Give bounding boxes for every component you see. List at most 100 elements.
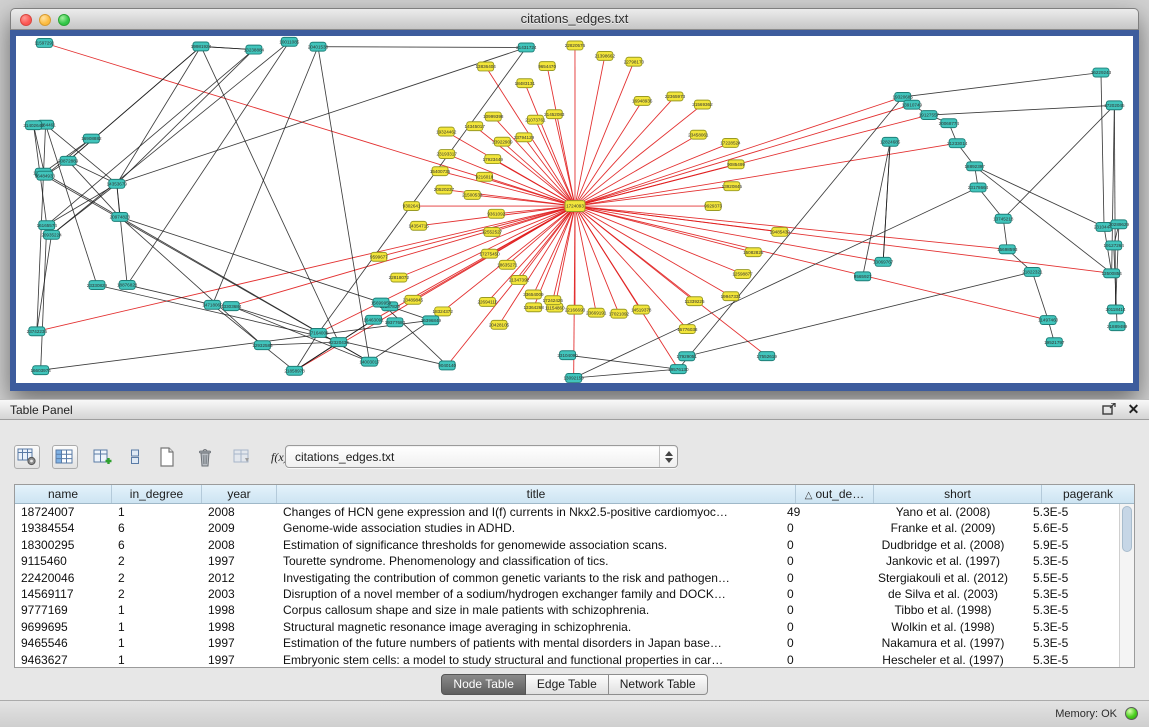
graph-node[interactable]: 15698593 [997, 245, 1018, 254]
column-header-name[interactable]: name [15, 485, 112, 503]
graph-node[interactable]: 13364268 [524, 303, 545, 312]
graph-node[interactable]: 21858978 [284, 366, 305, 375]
graph-node[interactable]: 9599677 [370, 252, 388, 261]
graph-node[interactable]: 22694110 [477, 298, 497, 307]
table-row[interactable]: 911546021997Tourette syndrome. Phenomeno… [15, 553, 1119, 569]
graph-node[interactable]: 9040140 [438, 361, 456, 370]
graph-node[interactable]: 23178664 [968, 183, 989, 192]
table-row[interactable]: 946554611997Estimation of the future num… [15, 635, 1119, 651]
graph-node[interactable]: 23922909 [492, 137, 513, 146]
graph-node[interactable]: 23489845 [403, 295, 424, 304]
column-header-short[interactable]: short [874, 485, 1042, 503]
graph-node[interactable]: 20289629 [1109, 220, 1130, 229]
scrollbar-thumb[interactable] [1122, 506, 1132, 552]
import-table-icon[interactable] [230, 445, 256, 469]
graph-node[interactable]: 12598877 [732, 270, 753, 279]
graph-node[interactable]: 21347392 [509, 276, 530, 285]
graph-node[interactable]: 17275450 [479, 249, 500, 258]
graph-node[interactable]: 17242426 [543, 296, 564, 305]
graph-node[interactable]: 9565927 [854, 272, 872, 281]
graph-node[interactable]: 23794129 [514, 133, 535, 142]
graph-node[interactable]: 13069767 [873, 257, 894, 266]
graph-node[interactable]: 14003017 [359, 357, 380, 366]
close-button[interactable] [20, 14, 32, 26]
graph-node[interactable]: 14345017 [465, 122, 486, 131]
graph-node[interactable]: 14519378 [631, 305, 652, 314]
graph-node[interactable]: 11597291 [34, 39, 54, 48]
graph-node[interactable]: 12552527 [482, 228, 503, 237]
graph-node[interactable]: 19377680 [385, 318, 406, 327]
table-row[interactable]: 1456911722003Disruption of a novel membe… [15, 586, 1119, 602]
graph-node[interactable]: 22818072 [389, 273, 410, 282]
column-header-year[interactable]: year [202, 485, 277, 503]
graph-node[interactable]: 18892397 [965, 162, 986, 171]
graph-node[interactable]: 23742236 [27, 327, 48, 336]
graph-node[interactable]: 20872889 [58, 156, 79, 165]
graph-node[interactable]: 19127264 [1104, 241, 1125, 250]
table-mode-icon[interactable] [14, 445, 40, 469]
tab-edge-table[interactable]: Edge Table [526, 674, 609, 695]
graph-node[interactable]: 19127557 [919, 111, 940, 120]
delete-table-icon[interactable] [192, 445, 218, 469]
graph-node[interactable]: 17228524 [720, 139, 741, 148]
graph-node[interactable]: 20068774 [939, 119, 960, 128]
graph-node[interactable]: 22798170 [624, 57, 645, 66]
graph-node[interactable]: 20401538 [308, 42, 329, 51]
graph-node[interactable]: 23654009 [523, 290, 544, 299]
graph-node[interactable]: 13303684 [221, 302, 242, 311]
new-table-icon[interactable] [154, 445, 180, 469]
graph-node[interactable]: 9654470 [538, 62, 556, 71]
column-header-in-degree[interactable]: in_degree [112, 485, 202, 503]
graph-node[interactable]: 14354715 [408, 221, 429, 230]
graph-node[interactable]: 19947331 [721, 292, 742, 301]
graph-node[interactable]: 16603974 [30, 366, 51, 375]
graph-node[interactable]: 11497460 [1038, 316, 1058, 325]
tab-node-table[interactable]: Node Table [441, 674, 526, 695]
graph-node[interactable]: 16776038 [677, 325, 698, 334]
rows-icon[interactable] [128, 445, 142, 469]
graph-node[interactable]: 20118414 [1106, 305, 1126, 314]
column-header-title[interactable]: title [277, 485, 796, 503]
graph-node[interactable]: 13500854 [1102, 269, 1123, 278]
column-header-pagerank[interactable]: pagerank [1042, 485, 1134, 503]
graph-node[interactable]: 13092159 [564, 374, 585, 383]
table-row[interactable]: 2242004622012Investigating the contribut… [15, 570, 1119, 586]
table-selector-dropdown[interactable]: citations_edges.txt [285, 445, 678, 468]
graph-node[interactable]: 19576130 [668, 365, 689, 374]
graph-node[interactable]: 10999398 [483, 112, 504, 121]
table-row[interactable]: 969969511998Structural magnetic resonanc… [15, 619, 1119, 635]
graph-node[interactable]: 14718069 [202, 300, 223, 309]
graph-node[interactable]: 14353679 [107, 179, 128, 188]
graph-node[interactable]: 21452083 [544, 110, 565, 119]
graph-node[interactable]: 18876828 [117, 280, 138, 289]
graph-node[interactable]: 17164008 [308, 329, 329, 338]
graph-node[interactable]: 21073761 [525, 115, 546, 124]
graph-node[interactable]: 17552619 [757, 352, 778, 361]
graph-node[interactable]: 15082825 [743, 248, 764, 257]
float-panel-icon[interactable] [1101, 402, 1116, 417]
graph-node[interactable]: 10011085 [279, 37, 299, 46]
graph-node[interactable]: 17923449 [483, 155, 504, 164]
graph-node[interactable]: 9361092 [487, 209, 505, 218]
graph-node[interactable]: 13910749 [902, 100, 923, 109]
graph-node[interactable]: 12824685 [880, 137, 901, 146]
graph-node[interactable]: 23104090 [557, 351, 578, 360]
graph-node[interactable]: 20520237 [434, 185, 455, 194]
graph-node[interactable]: 22820576 [565, 41, 586, 50]
column-header-out-degree[interactable]: △out_de… [796, 485, 874, 503]
graph-node[interactable]: 21398662 [595, 51, 616, 60]
graph-node[interactable]: 21500533 [462, 191, 483, 200]
graph-node[interactable]: 19521797 [1044, 338, 1065, 347]
table-row[interactable]: 1830029562008Estimation of significance … [15, 537, 1119, 553]
graph-node[interactable]: 9302641 [403, 202, 421, 211]
graph-node[interactable]: 21233014 [947, 139, 968, 148]
graph-node[interactable]: 13836404 [475, 62, 496, 71]
graph-node[interactable]: 18483131 [515, 79, 536, 88]
graph-node[interactable]: 23330829 [87, 281, 108, 290]
graph-node[interactable]: 22365973 [665, 92, 686, 101]
graph-node[interactable]: 21569362 [692, 100, 713, 109]
graph-node[interactable]: 19324462 [436, 127, 457, 136]
graph-node[interactable]: 17202045 [1104, 101, 1125, 110]
table-row[interactable]: 1938455462009Genome-wide association stu… [15, 520, 1119, 536]
graph-node[interactable]: 12932585 [252, 341, 273, 350]
